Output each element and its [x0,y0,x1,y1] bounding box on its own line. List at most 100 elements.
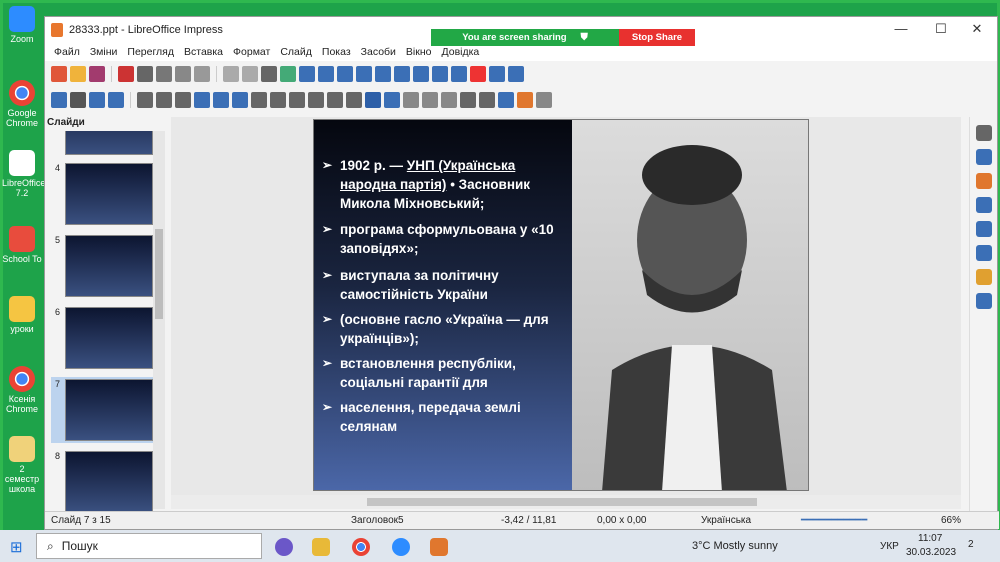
chart-icon[interactable] [432,66,448,82]
curve-icon[interactable] [213,92,229,108]
textbox-icon[interactable] [451,66,467,82]
display-views-icon[interactable] [318,66,334,82]
crop-icon[interactable] [479,92,495,108]
menu-file[interactable]: Файл [54,46,80,58]
redo-icon[interactable] [242,66,258,82]
3d-objects-icon[interactable] [365,92,381,108]
menu-format[interactable]: Формат [233,46,270,58]
close-button[interactable]: ✕ [957,21,997,37]
desktop-icon-school[interactable]: School To [2,226,42,264]
paste-icon[interactable] [194,66,210,82]
export-pdf-icon[interactable] [118,66,134,82]
flowchart-icon[interactable] [308,92,324,108]
grid-icon[interactable] [299,66,315,82]
menu-icon[interactable] [975,125,992,141]
minimize-button[interactable]: — [881,21,921,36]
maximize-button[interactable]: ☐ [921,21,961,37]
rectangle-icon[interactable] [156,92,172,108]
taskbar-search[interactable]: ⌕ Пошук [36,533,262,559]
slide-thumbnail[interactable]: 4 [51,161,155,227]
scrollbar-thumb[interactable] [155,229,163,319]
connector-icon[interactable] [232,92,248,108]
fontwork-icon[interactable] [470,66,486,82]
print-icon[interactable] [137,66,153,82]
language-status[interactable]: Українська [701,515,801,526]
new-icon[interactable] [51,66,67,82]
comment-icon[interactable] [508,66,524,82]
windows-start-icon[interactable]: ⊞ [10,538,23,556]
clock-time[interactable]: 11:07 [918,533,942,544]
menu-tools[interactable]: Засоби [361,46,396,58]
properties-icon[interactable] [975,149,992,165]
block-arrows-icon[interactable] [289,92,305,108]
fill-color-icon[interactable] [108,92,124,108]
file-explorer-icon[interactable] [312,538,330,556]
copy-icon[interactable] [175,66,191,82]
find-icon[interactable] [261,66,277,82]
stars-icon[interactable] [346,92,362,108]
styles-icon[interactable] [975,245,992,261]
slide-thumbnail[interactable]: 6 [51,305,155,371]
stop-share-button[interactable]: Stop Share [619,29,695,46]
impress-taskbar-icon[interactable] [430,538,448,556]
viber-icon[interactable] [275,538,293,556]
slide-thumbnail[interactable] [51,131,155,157]
desktop-icon-folder[interactable]: уроки [2,296,42,334]
slide-transition-icon[interactable] [975,173,992,189]
slide-thumbnail-selected[interactable]: 7 [51,377,155,443]
line-color-icon[interactable] [89,92,105,108]
media-icon[interactable] [413,66,429,82]
menu-help[interactable]: Довідка [442,46,480,58]
basic-shapes-icon[interactable] [251,92,267,108]
zoom-icon[interactable] [70,92,86,108]
scrollbar-thumb[interactable] [367,498,757,506]
chrome-icon[interactable] [352,538,370,556]
table-icon[interactable] [375,66,391,82]
master-slides-icon[interactable] [975,221,992,237]
zoom-icon[interactable] [392,538,410,556]
select-icon[interactable] [51,92,67,108]
current-slide[interactable]: 1902 р. — УНП (Українська народна партія… [313,119,809,491]
desktop-icon-doc[interactable]: 2 семестр школа [2,436,42,494]
glue-points-icon[interactable] [536,92,552,108]
slide-thumbnail[interactable]: 8 [51,449,155,511]
shadow-icon[interactable] [460,92,476,108]
weather-widget[interactable]: 3°C Mostly sunny [692,540,778,552]
navigator-icon[interactable] [975,293,992,309]
notification-count[interactable]: 2 [968,539,974,550]
symbol-shapes-icon[interactable] [270,92,286,108]
cut-icon[interactable] [156,66,172,82]
ellipse-icon[interactable] [175,92,191,108]
spellcheck-icon[interactable] [280,66,296,82]
save-icon[interactable] [89,66,105,82]
menu-view[interactable]: Перегляд [127,46,174,58]
filter-icon[interactable] [498,92,514,108]
desktop-icon-libreoffice[interactable]: LibreOffice 7.2 [2,150,45,198]
animation-icon[interactable] [975,197,992,213]
image-icon[interactable] [394,66,410,82]
clock-date[interactable]: 30.03.2023 [906,547,956,558]
menu-slide[interactable]: Слайд [280,46,312,58]
open-icon[interactable] [70,66,86,82]
menu-insert[interactable]: Вставка [184,46,223,58]
start-show-icon[interactable] [356,66,372,82]
zoom-slider[interactable]: ━━━━━━━━━━━ [801,515,941,526]
points-icon[interactable] [517,92,533,108]
menu-show[interactable]: Показ [322,46,351,58]
desktop-icon-chrome[interactable]: Google Chrome [2,80,42,128]
align-icon[interactable] [403,92,419,108]
master-slide-icon[interactable] [337,66,353,82]
desktop-icon-zoom[interactable]: Zoom [2,6,42,44]
horizontal-scrollbar[interactable] [171,495,961,509]
arrow-icon[interactable] [194,92,210,108]
input-language[interactable]: УКР [880,541,899,552]
zoom-level[interactable]: 66% [941,515,961,526]
menu-edit[interactable]: Зміни [90,46,118,58]
callouts-icon[interactable] [327,92,343,108]
hyperlink-icon[interactable] [489,66,505,82]
menu-window[interactable]: Вікно [406,46,432,58]
slide-thumbnail[interactable]: 5 [51,233,155,299]
slides-scrollbar[interactable] [153,131,165,509]
distribute-icon[interactable] [441,92,457,108]
undo-icon[interactable] [223,66,239,82]
